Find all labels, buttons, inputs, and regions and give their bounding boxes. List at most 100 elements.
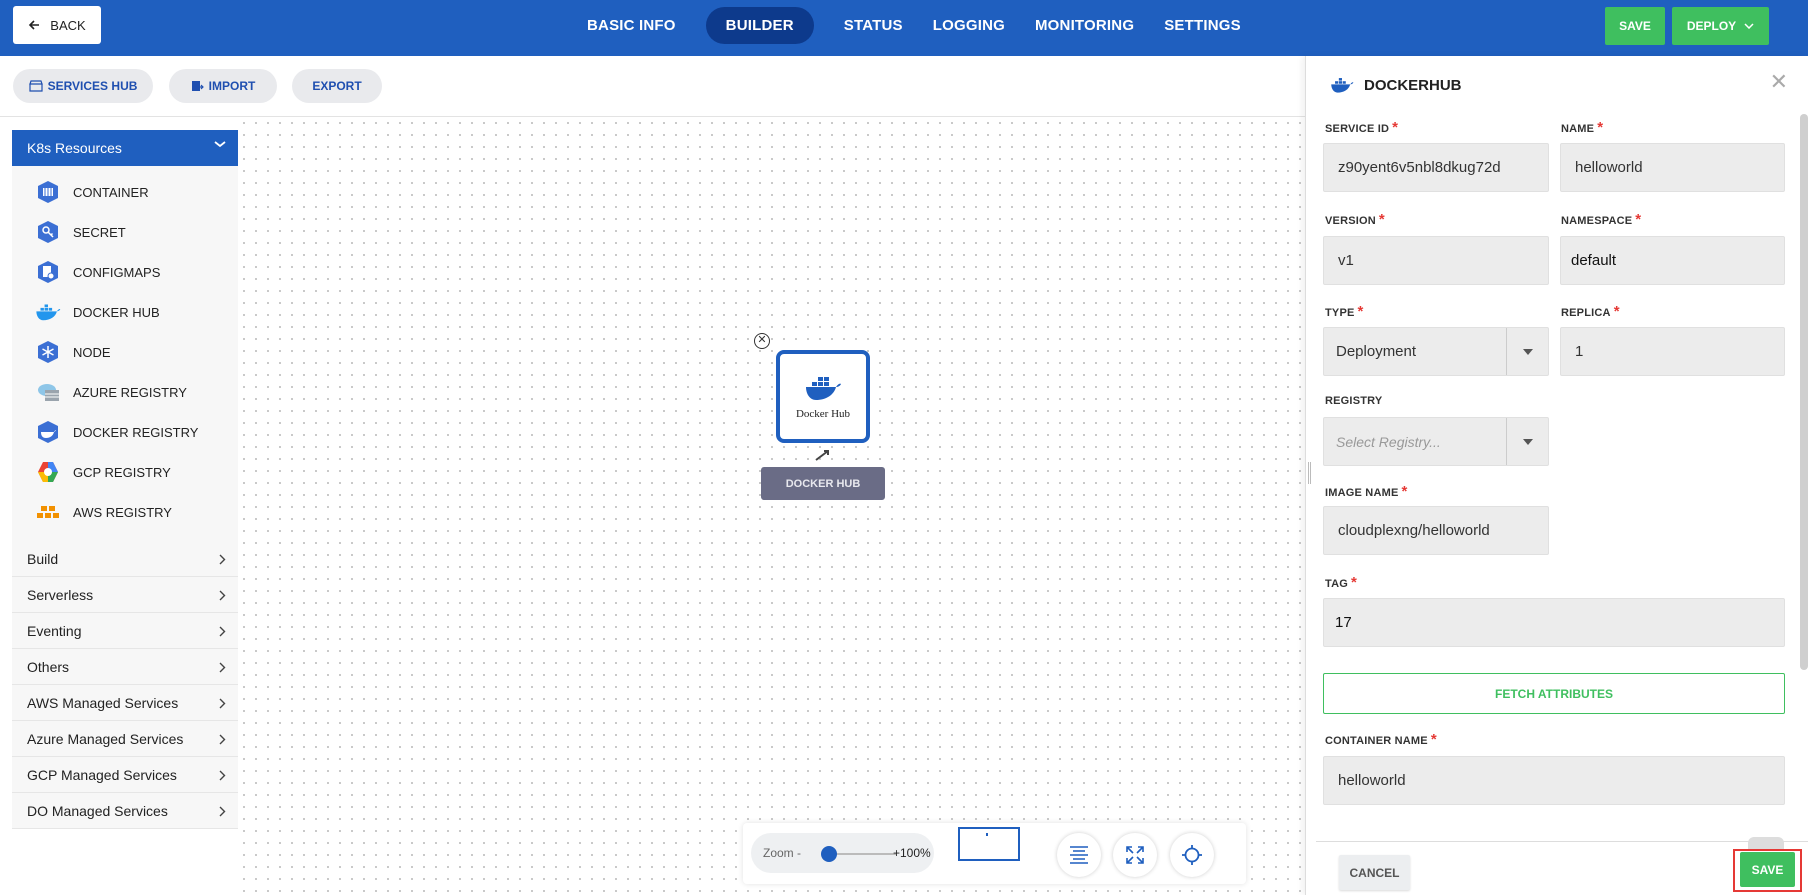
caret-down-icon[interactable] [1506, 328, 1548, 375]
service-id-field[interactable]: z90yent6v5nbl8dkug72d [1323, 143, 1549, 192]
type-select-value: Deployment [1336, 343, 1417, 360]
name-label: NAME * [1561, 119, 1604, 136]
k8s-resources-title: K8s Resources [27, 140, 122, 156]
tab-builder[interactable]: BUILDER [705, 7, 814, 44]
category-label: Eventing [27, 622, 82, 639]
sidebar-item-docker-hub[interactable]: DOCKER HUB [12, 292, 238, 332]
category-label: Azure Managed Services [27, 730, 184, 747]
crosshair-icon [1182, 845, 1202, 865]
k8s-resources-list: CONTAINER SECRET CONFIGMAPS DOCKER HUB N… [12, 166, 238, 541]
chevron-right-icon [219, 626, 226, 637]
category-gcp-managed[interactable]: GCP Managed Services [12, 757, 238, 793]
sidebar-item-label: DOCKER HUB [73, 304, 160, 320]
tab-status[interactable]: STATUS [829, 7, 918, 44]
tab-basic-info[interactable]: BASIC INFO [572, 7, 691, 44]
top-save-button[interactable]: SAVE [1605, 7, 1665, 45]
save-button[interactable]: SAVE [1740, 852, 1795, 887]
zoom-value: +100% [893, 846, 931, 860]
toggle-switch[interactable] [1748, 837, 1784, 849]
chevron-down-icon [1744, 23, 1754, 29]
version-field[interactable]: v1 [1323, 236, 1549, 285]
main-nav: BASIC INFO BUILDER STATUS LOGGING MONITO… [572, 7, 1256, 44]
container-name-field[interactable]: helloworld [1323, 756, 1785, 805]
category-label: Build [27, 550, 59, 567]
sidebar-item-secret[interactable]: SECRET [12, 212, 238, 252]
category-build[interactable]: Build [12, 541, 238, 577]
category-others[interactable]: Others [12, 649, 238, 685]
docker-hub-node[interactable]: Docker Hub [776, 350, 870, 443]
sidebar-item-label: SECRET [73, 224, 126, 240]
properties-panel: DOCKERHUB ✕ SERVICE ID * z90yent6v5nbl8dk… [1305, 56, 1808, 895]
secret-icon [35, 219, 61, 245]
category-label: Serverless [27, 586, 94, 603]
export-button[interactable]: EXPORT [292, 69, 382, 103]
import-icon [191, 80, 204, 91]
import-button[interactable]: IMPORT [169, 69, 277, 103]
canvas-controls: Zoom - +100% [743, 823, 1246, 884]
namespace-field[interactable]: default [1560, 236, 1785, 285]
back-button[interactable]: BACK [13, 6, 101, 44]
minimap[interactable] [958, 827, 1020, 861]
recenter-button[interactable] [1170, 833, 1214, 877]
sidebar-item-label: GCP REGISTRY [73, 464, 171, 480]
chevron-down-icon [214, 141, 226, 148]
resize-handle[interactable] [1308, 462, 1311, 484]
export-label: EXPORT [312, 79, 362, 93]
sidebar-item-configmaps[interactable]: CONFIGMAPS [12, 252, 238, 292]
name-field[interactable]: helloworld [1560, 143, 1785, 192]
sidebar-item-label: CONFIGMAPS [73, 264, 161, 280]
panel-scrollbar[interactable] [1800, 114, 1808, 670]
fetch-attributes-button[interactable]: FETCH ATTRIBUTES [1323, 673, 1785, 714]
version-label: VERSION * [1325, 211, 1385, 228]
deploy-button[interactable]: DEPLOY [1672, 7, 1769, 45]
sidebar-item-gcp-registry[interactable]: GCP REGISTRY [12, 452, 238, 492]
import-label: IMPORT [208, 79, 256, 93]
category-azure-managed[interactable]: Azure Managed Services [12, 721, 238, 757]
sidebar-item-aws-registry[interactable]: AWS REGISTRY [12, 492, 238, 532]
container-name-label: CONTAINER NAME * [1325, 731, 1437, 748]
aws-icon [35, 499, 61, 525]
category-aws-managed[interactable]: AWS Managed Services [12, 685, 238, 721]
gcp-icon [35, 459, 61, 485]
node-remove-button[interactable]: ✕ [754, 333, 770, 349]
category-label: Others [27, 658, 70, 675]
tag-field[interactable]: 17 [1323, 598, 1785, 647]
category-eventing[interactable]: Eventing [12, 613, 238, 649]
tab-monitoring[interactable]: MONITORING [1020, 7, 1149, 44]
sidebar-item-docker-registry[interactable]: DOCKER REGISTRY [12, 412, 238, 452]
image-name-field[interactable]: cloudplexng/helloworld [1323, 506, 1549, 555]
registry-select[interactable]: Select Registry... [1323, 417, 1549, 466]
sidebar-item-azure-registry[interactable]: AZURE REGISTRY [12, 372, 238, 412]
category-label: DO Managed Services [27, 802, 168, 819]
type-select[interactable]: Deployment [1323, 327, 1549, 376]
configmap-icon [35, 259, 61, 285]
docker-whale-icon [806, 376, 841, 400]
sidebar-item-node[interactable]: NODE [12, 332, 238, 372]
tab-logging[interactable]: LOGGING [918, 7, 1020, 44]
k8s-resources-header[interactable]: K8s Resources [12, 130, 238, 166]
replica-field[interactable]: 1 [1560, 327, 1785, 376]
chevron-right-icon [219, 590, 226, 601]
services-hub-button[interactable]: SERVICES HUB [13, 69, 153, 103]
chevron-right-icon [219, 554, 226, 565]
top-bar: BACK BASIC INFO BUILDER STATUS LOGGING M… [0, 0, 1808, 56]
tab-settings[interactable]: SETTINGS [1149, 7, 1256, 44]
caret-down-icon[interactable] [1506, 418, 1548, 465]
link-handle-icon[interactable] [814, 448, 832, 462]
minimap-node [986, 833, 988, 836]
category-serverless[interactable]: Serverless [12, 577, 238, 613]
sidebar-item-container[interactable]: CONTAINER [12, 172, 238, 212]
tag-label: TAG * [1325, 574, 1358, 591]
services-hub-label: SERVICES HUB [47, 79, 138, 93]
expand-icon [1126, 846, 1144, 864]
align-center-button[interactable] [1057, 833, 1101, 877]
cancel-button[interactable]: CANCEL [1339, 855, 1410, 890]
replica-label: REPLICA * [1561, 303, 1620, 320]
builder-canvas[interactable] [238, 117, 1305, 895]
zoom-slider-handle[interactable] [821, 846, 837, 862]
chevron-right-icon [219, 734, 226, 745]
zoom-control: Zoom - +100% [751, 833, 934, 873]
close-icon[interactable]: ✕ [1770, 69, 1788, 95]
category-do-managed[interactable]: DO Managed Services [12, 793, 238, 829]
fit-screen-button[interactable] [1113, 833, 1157, 877]
